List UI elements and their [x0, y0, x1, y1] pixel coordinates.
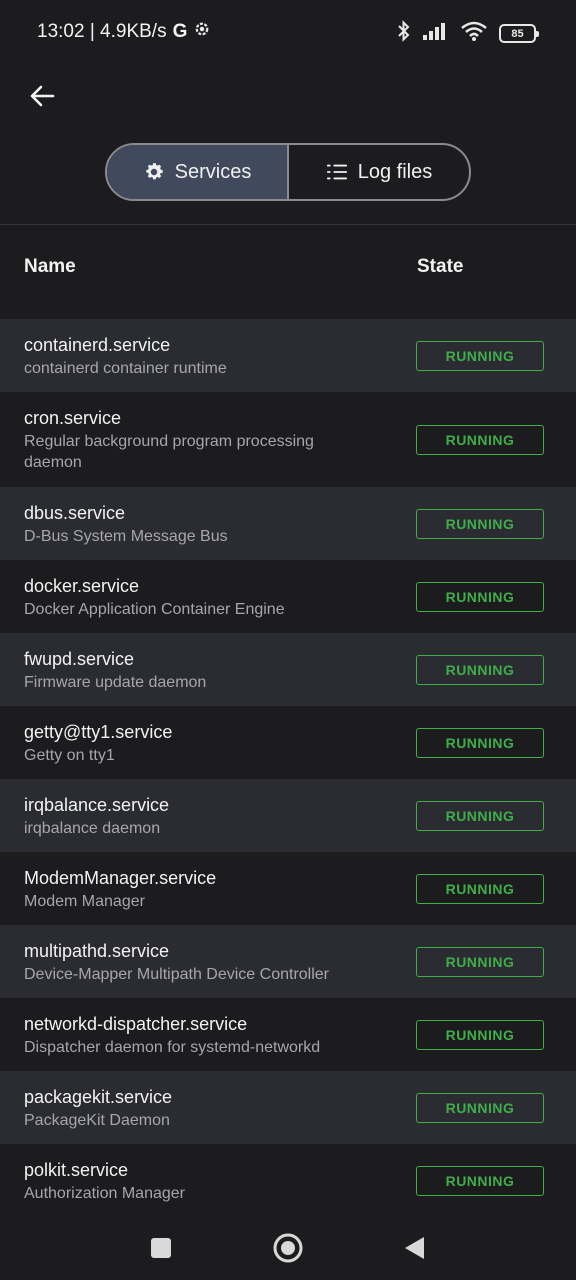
header-divider [0, 224, 576, 225]
service-row[interactable]: ModemManager.service Modem Manager RUNNIN… [0, 852, 576, 925]
wifi-icon [461, 21, 487, 46]
status-badge: RUNNING [416, 581, 544, 612]
service-description: Device-Mapper Multipath Device Controlle… [24, 965, 330, 983]
service-description: Authorization Manager [24, 1184, 185, 1202]
service-name: ModemManager.service [24, 867, 217, 888]
service-name: containerd.service [24, 334, 171, 355]
battery-level: 85 [511, 27, 524, 40]
service-row[interactable]: containerd.service containerd container r… [0, 319, 576, 392]
service-row[interactable]: cron.service Regular background program p… [0, 392, 576, 487]
recents-button[interactable] [145, 1232, 177, 1264]
back-nav-button[interactable] [398, 1232, 430, 1264]
service-description: Regular background program processing da… [24, 433, 314, 471]
square-icon [151, 1238, 171, 1258]
service-name: multipathd.service [24, 940, 170, 961]
status-badge: RUNNING [416, 873, 544, 904]
service-description: Firmware update daemon [24, 673, 207, 691]
service-description: PackageKit Daemon [24, 1111, 170, 1129]
network-indicator: G [172, 21, 188, 42]
tab-log-files-label: Log files [357, 160, 433, 183]
service-name: irqbalance.service [24, 794, 170, 815]
triangle-back-icon [405, 1237, 424, 1259]
service-row[interactable]: dbus.service D-Bus System Message Bus RUN… [0, 487, 576, 560]
service-row[interactable]: packagekit.service PackageKit Daemon RUNN… [0, 1071, 576, 1144]
system-nav-bar [0, 1216, 576, 1280]
battery-icon: 85 [499, 24, 539, 43]
column-header-state: State [417, 256, 464, 277]
status-badge: RUNNING [416, 1165, 544, 1196]
status-right: 85 [397, 20, 539, 47]
services-list: containerd.service containerd container r… [0, 319, 576, 1216]
status-badge: RUNNING [416, 508, 544, 539]
status-badge: RUNNING [416, 424, 544, 455]
status-badge: RUNNING [416, 1019, 544, 1050]
service-name: packagekit.service [24, 1086, 173, 1107]
column-header-name: Name [24, 256, 76, 277]
status-badge: RUNNING [416, 727, 544, 758]
list-icon [326, 164, 347, 180]
service-description: D-Bus System Message Bus [24, 527, 228, 545]
status-time: 13:02 | 4.9KB/s [37, 21, 167, 42]
home-button[interactable] [272, 1232, 304, 1264]
tab-log-files[interactable]: Log files [287, 145, 469, 199]
circle-icon [273, 1233, 303, 1263]
signal-icon [423, 22, 449, 45]
service-row[interactable]: polkit.service Authorization Manager RUNN… [0, 1144, 576, 1216]
service-row[interactable]: networkd-dispatcher.service Dispatcher da… [0, 998, 576, 1071]
service-name: polkit.service [24, 1159, 129, 1180]
status-badge: RUNNING [416, 340, 544, 371]
service-name: networkd-dispatcher.service [24, 1013, 248, 1034]
service-row[interactable]: multipathd.service Device-Mapper Multipat… [0, 925, 576, 998]
service-description: Modem Manager [24, 892, 145, 910]
tab-services-label: Services [174, 160, 252, 183]
status-bar: 13:02 | 4.9KB/s G 85 [0, 0, 576, 64]
service-description: Docker Application Container Engine [24, 600, 285, 618]
service-row[interactable]: irqbalance.service irqbalance daemon RUNN… [0, 779, 576, 852]
service-name: fwupd.service [24, 648, 135, 669]
tab-services[interactable]: Services [107, 145, 287, 199]
service-description: containerd container runtime [24, 359, 227, 377]
service-name: getty@tty1.service [24, 721, 173, 742]
view-tabs: Services Log files [105, 143, 471, 201]
status-badge: RUNNING [416, 1092, 544, 1123]
status-badge: RUNNING [416, 654, 544, 685]
service-name: docker.service [24, 575, 140, 596]
status-badge: RUNNING [416, 800, 544, 831]
back-button[interactable] [22, 76, 62, 116]
service-description: Getty on tty1 [24, 746, 115, 764]
status-badge: RUNNING [416, 946, 544, 977]
arrow-left-icon [30, 85, 55, 107]
settings-notification-icon [193, 20, 211, 44]
gear-icon [145, 163, 163, 180]
service-row[interactable]: docker.service Docker Application Contain… [0, 560, 576, 633]
service-description: irqbalance daemon [24, 819, 161, 837]
status-left: 13:02 | 4.9KB/s G [37, 20, 211, 44]
service-name: cron.service [24, 408, 122, 428]
service-name: dbus.service [24, 502, 126, 523]
service-description: Dispatcher daemon for systemd-networkd [24, 1038, 321, 1056]
table-header: Name State [0, 250, 576, 286]
service-row[interactable]: getty@tty1.service Getty on tty1 RUNNING [0, 706, 576, 779]
service-row[interactable]: fwupd.service Firmware update daemon RUNN… [0, 633, 576, 706]
bluetooth-icon [397, 20, 411, 47]
